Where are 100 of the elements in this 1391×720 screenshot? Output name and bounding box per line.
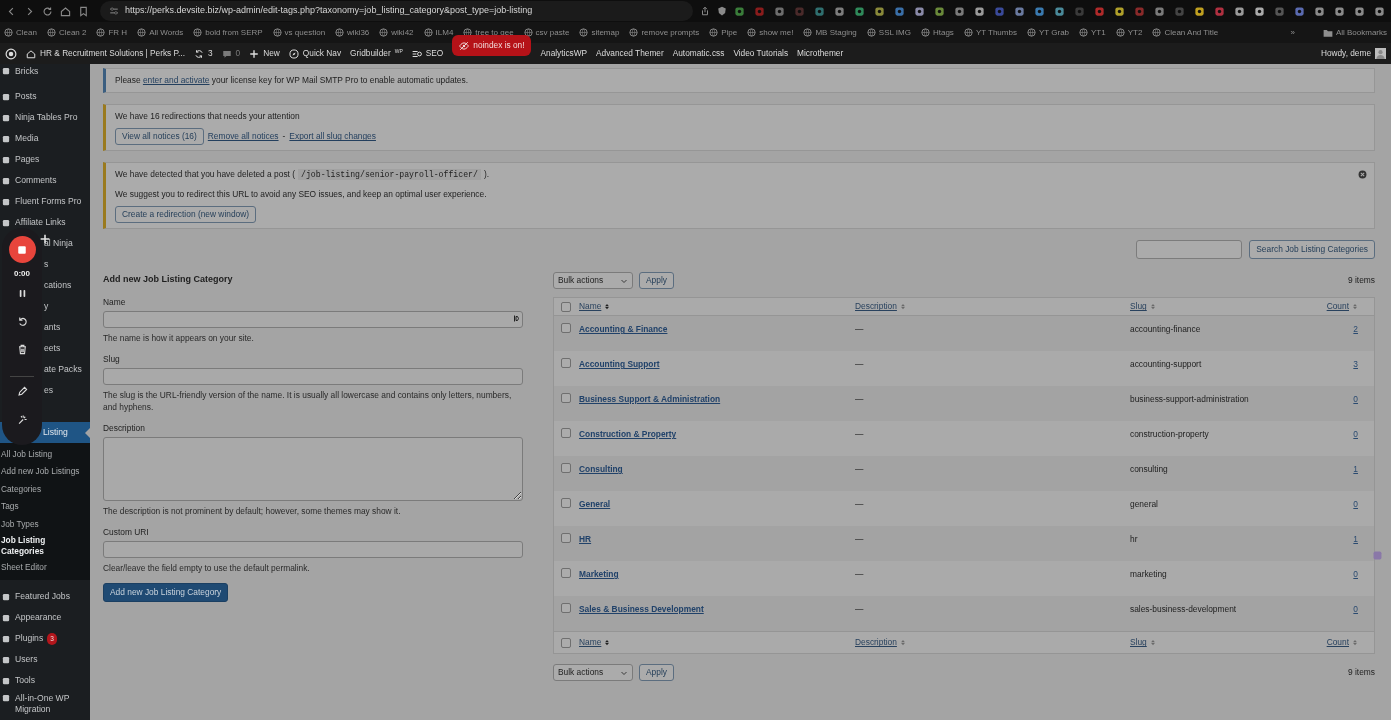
pencil-icon[interactable]	[16, 386, 28, 397]
autofill-icon[interactable]	[512, 313, 520, 323]
bookmark-item[interactable]: FR H	[96, 26, 128, 39]
extension-icon[interactable]	[1254, 5, 1265, 17]
bookmark-item[interactable]: MB Staging	[803, 26, 857, 39]
bookmark-item[interactable]: YT Thumbs	[963, 26, 1017, 39]
extension-icon[interactable]	[1054, 5, 1065, 17]
admin-bar-item[interactable]: New	[249, 43, 280, 64]
reload-icon[interactable]	[42, 5, 53, 17]
count-link[interactable]: 2	[1353, 324, 1358, 335]
bookmark-item[interactable]: Clean	[4, 26, 37, 39]
close-icon[interactable]	[1358, 170, 1367, 180]
category-link[interactable]: Marketing	[579, 569, 619, 580]
select-all-checkbox[interactable]	[561, 637, 571, 648]
column-header[interactable]: Description	[855, 300, 906, 313]
row-checkbox[interactable]	[561, 358, 571, 369]
bulk-actions-select[interactable]: Bulk actions	[553, 664, 633, 682]
sidebar-item[interactable]: Pages	[0, 149, 90, 170]
extension-icon[interactable]	[974, 5, 985, 17]
row-checkbox[interactable]	[561, 533, 571, 544]
input-field[interactable]	[103, 310, 523, 328]
apply-button[interactable]: Apply	[639, 272, 674, 290]
bookmark-item[interactable]: vs question	[272, 26, 326, 39]
admin-bar-item[interactable]: Quick Nav	[288, 43, 342, 64]
column-header[interactable]: Slug	[1130, 636, 1156, 649]
extension-icon[interactable]	[1014, 5, 1025, 17]
sidebar-item[interactable]: Users	[0, 649, 90, 671]
category-link[interactable]: Sales & Business Development	[579, 604, 704, 615]
extension-icon[interactable]	[1314, 5, 1325, 17]
row-checkbox[interactable]	[561, 393, 571, 404]
submenu-item[interactable]: Categories	[0, 480, 90, 499]
admin-bar-item[interactable]: SEO	[411, 43, 444, 64]
trash-icon[interactable]	[16, 344, 28, 355]
shield-icon[interactable]	[717, 6, 727, 16]
count-link[interactable]: 0	[1353, 394, 1358, 405]
home-icon[interactable]	[60, 5, 71, 17]
license-link[interactable]: enter and activate	[142, 75, 210, 85]
bookmark-item[interactable]: Pipe	[709, 26, 738, 39]
bookmark-item[interactable]: Clean And Title	[1152, 26, 1219, 39]
category-link[interactable]: Construction & Property	[579, 429, 677, 440]
admin-bar-item[interactable]: AnalyticsWP	[540, 43, 588, 64]
admin-bar-item[interactable]: Automatic.css	[672, 43, 725, 64]
admin-bar-item[interactable]: 3	[193, 43, 213, 64]
extension-icon[interactable]	[1294, 5, 1305, 17]
bookmark-folder[interactable]: All Bookmarks	[1322, 26, 1387, 39]
sidebar-item[interactable]: Bricks	[0, 64, 90, 78]
notice-button[interactable]: View all notices (16)	[115, 128, 204, 146]
bookmark-item[interactable]: sitemap	[579, 26, 620, 39]
extension-icon[interactable]	[854, 5, 865, 17]
admin-bar-item[interactable]: 0	[221, 43, 241, 64]
notice-link[interactable]: Remove all notices	[207, 130, 279, 143]
bookmark-item[interactable]: SSL IMG	[866, 26, 911, 39]
count-link[interactable]: 0	[1353, 569, 1358, 580]
category-link[interactable]: Accounting Support	[579, 359, 660, 370]
bookmark-item[interactable]: wiki42	[379, 26, 414, 39]
sidebar-item[interactable]: Comments	[0, 170, 90, 191]
sidebar-item[interactable]: Featured Jobs	[0, 586, 90, 608]
extension-icon[interactable]	[1154, 5, 1165, 17]
submenu-item[interactable]: Sheet Editor	[0, 559, 90, 577]
count-link[interactable]: 0	[1353, 429, 1358, 440]
count-link[interactable]: 1	[1353, 534, 1358, 545]
column-header[interactable]: Count	[1326, 300, 1358, 313]
extension-icon[interactable]	[1234, 5, 1245, 17]
account-menu[interactable]: Howdy, deme	[1320, 43, 1386, 64]
category-link[interactable]: General	[579, 499, 611, 510]
bookmark-item[interactable]: All Words	[137, 26, 184, 39]
search-button[interactable]: Search Job Listing Categories	[1249, 240, 1375, 260]
row-checkbox[interactable]	[561, 428, 571, 439]
submenu-item[interactable]: Job Types	[0, 515, 90, 534]
sidebar-item[interactable]: y	[43, 296, 90, 317]
extension-icon[interactable]	[1374, 5, 1385, 17]
bookmark-item[interactable]: YT1	[1079, 26, 1106, 39]
category-link[interactable]: HR	[579, 534, 592, 545]
undo-icon[interactable]	[16, 316, 28, 327]
extension-icon[interactable]	[1114, 5, 1125, 17]
bookmark-item[interactable]: wiki36	[335, 26, 370, 39]
apply-button[interactable]: Apply	[639, 664, 674, 682]
sidebar-item[interactable]: cations	[43, 275, 90, 296]
extension-icon[interactable]	[954, 5, 965, 17]
bookmark-item[interactable]: bold from SERP	[193, 26, 263, 39]
submenu-item[interactable]: All Job Listing	[0, 446, 90, 464]
address-bar[interactable]: https://perks.devsite.biz/wp-admin/edit-tags.php?taxonomy=job_listing_category&post_type=job-listing	[100, 1, 693, 21]
overflow-chevron[interactable]: »	[1290, 26, 1295, 39]
row-checkbox[interactable]	[561, 323, 571, 334]
sidebar-item[interactable]: Appearance	[0, 607, 90, 629]
bookmark-item[interactable]: Clean 2	[46, 26, 87, 39]
stop-record-button[interactable]	[8, 236, 36, 263]
tune-icon[interactable]	[109, 6, 119, 16]
category-link[interactable]: Consulting	[579, 464, 623, 475]
bookmark-item[interactable]: YT Grab	[1026, 26, 1070, 39]
extension-icon[interactable]	[774, 5, 785, 17]
widget-handle-icon[interactable]	[1373, 551, 1382, 560]
column-header[interactable]: Name	[579, 300, 611, 313]
submenu-item[interactable]: Add new Job Listings	[0, 463, 90, 481]
sidebar-item[interactable]: al Ninja	[43, 233, 90, 254]
row-checkbox[interactable]	[561, 568, 571, 579]
column-header[interactable]: Name	[579, 636, 611, 649]
bookmark-item[interactable]: show me!	[747, 26, 794, 39]
sidebar-item[interactable]: Media	[0, 128, 90, 149]
admin-bar-item[interactable]: Microthemer	[797, 43, 844, 64]
